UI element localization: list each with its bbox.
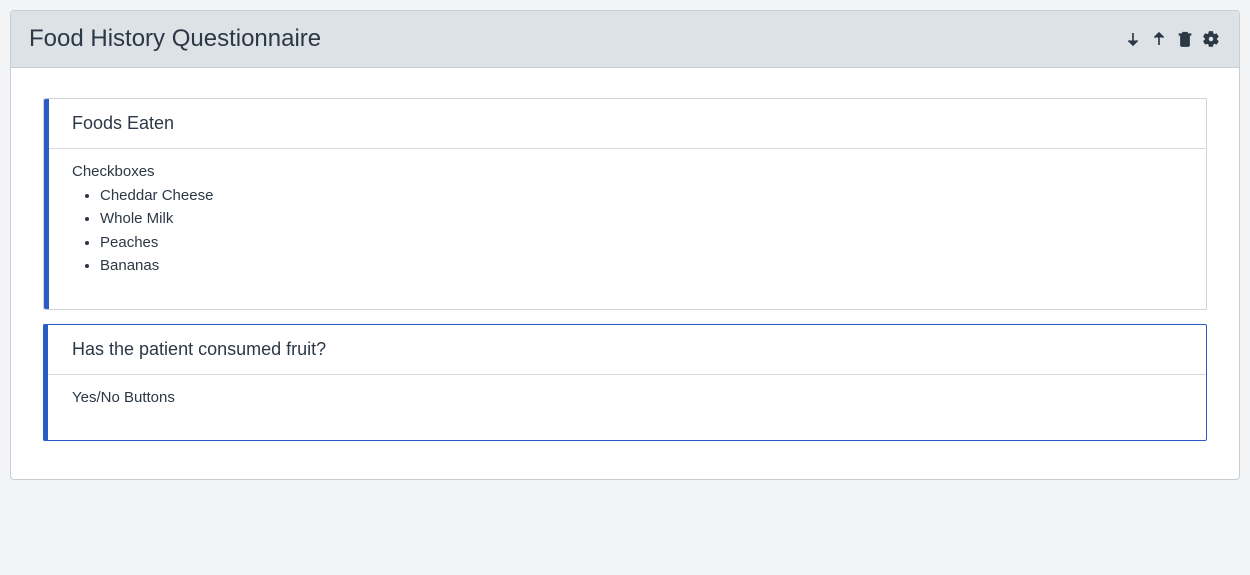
questionnaire-panel: Food History Questionnaire Foods Eaten C… <box>10 10 1240 480</box>
panel-header: Food History Questionnaire <box>11 11 1239 68</box>
question-card[interactable]: Foods Eaten Checkboxes Cheddar Cheese Wh… <box>43 98 1207 310</box>
list-item: Whole Milk <box>100 207 1190 230</box>
move-up-icon[interactable] <box>1149 29 1169 49</box>
question-body: Checkboxes Cheddar Cheese Whole Milk Pea… <box>44 149 1206 309</box>
panel-title: Food History Questionnaire <box>29 25 1123 53</box>
panel-body: Foods Eaten Checkboxes Cheddar Cheese Wh… <box>11 68 1239 479</box>
question-title: Has the patient consumed fruit? <box>44 325 1206 375</box>
list-item: Peaches <box>100 231 1190 254</box>
settings-icon[interactable] <box>1201 29 1221 49</box>
list-item: Cheddar Cheese <box>100 184 1190 207</box>
panel-actions <box>1123 29 1221 49</box>
accent-stripe <box>43 324 48 441</box>
move-down-icon[interactable] <box>1123 29 1143 49</box>
question-body: Yes/No Buttons <box>44 375 1206 440</box>
checkbox-options-list: Cheddar Cheese Whole Milk Peaches Banana… <box>72 184 1190 277</box>
input-type-label: Yes/No Buttons <box>72 389 1190 406</box>
delete-icon[interactable] <box>1175 29 1195 49</box>
input-type-label: Checkboxes <box>72 163 1190 180</box>
list-item: Bananas <box>100 254 1190 277</box>
question-title: Foods Eaten <box>44 99 1206 149</box>
question-card[interactable]: Has the patient consumed fruit? Yes/No B… <box>43 324 1207 441</box>
accent-stripe <box>44 99 49 309</box>
